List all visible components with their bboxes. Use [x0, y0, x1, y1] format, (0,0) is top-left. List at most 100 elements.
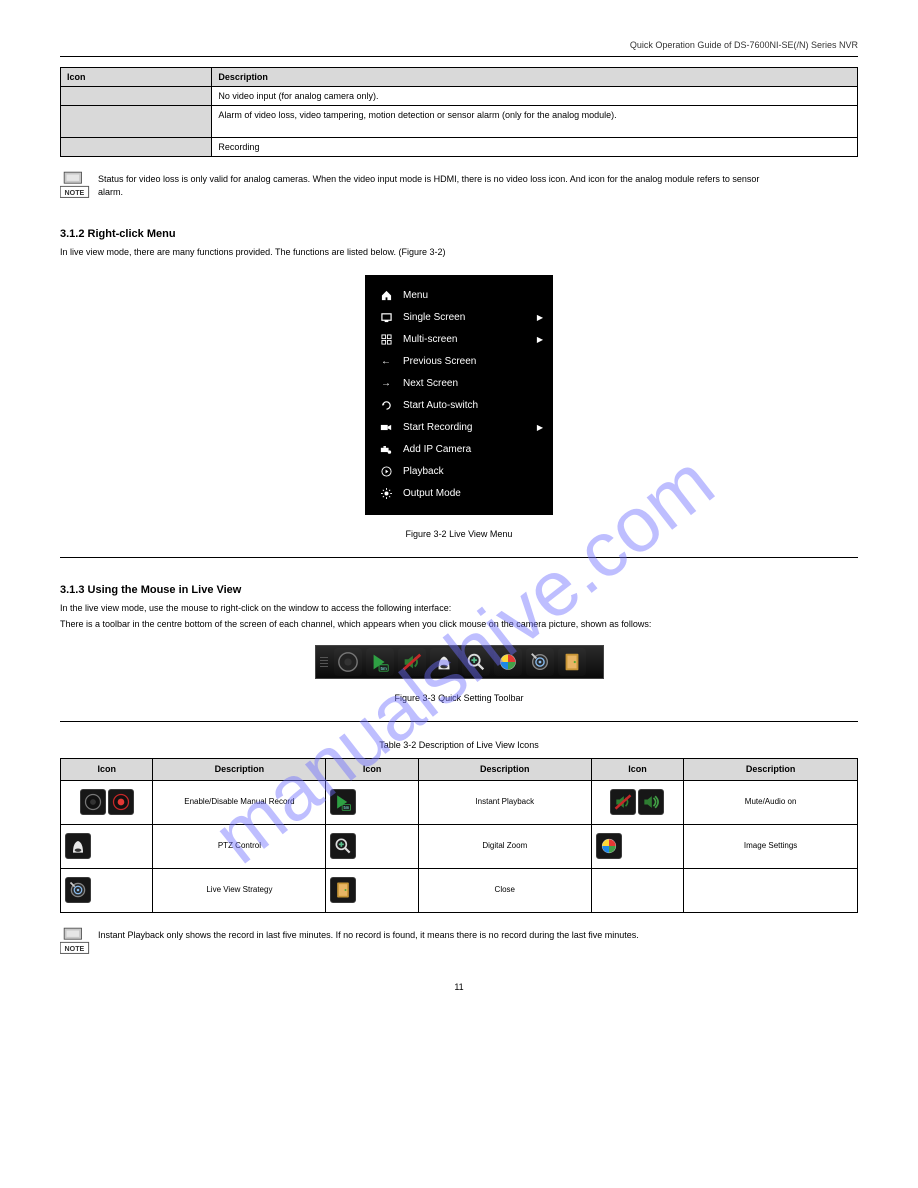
section-heading-mouse: 3.1.3 Using the Mouse in Live View [60, 584, 858, 596]
tbl1-header-desc: Description [212, 68, 858, 87]
th-desc: Description [153, 758, 326, 780]
cm-add-ip-camera[interactable]: Add IP Camera [365, 439, 553, 461]
cm-menu[interactable]: Menu [365, 285, 553, 307]
fig32-caption: Figure 3-2 Live View Menu [60, 529, 858, 539]
desc-r2-3: Image Settings [684, 824, 858, 868]
mute-button[interactable] [398, 648, 426, 676]
th-desc3: Description [684, 758, 858, 780]
close-button[interactable] [558, 648, 586, 676]
tbl1-r2-desc: Alarm of video loss, video tampering, mo… [212, 106, 858, 138]
play-icon [379, 465, 393, 479]
empty-icon-cell [591, 868, 683, 912]
desc-r3-2: Close [418, 868, 591, 912]
cm-label: Next Screen [403, 378, 543, 389]
svg-text:5m: 5m [344, 805, 350, 810]
quick-setting-toolbar: 5m [315, 645, 604, 679]
svg-text:5m: 5m [380, 666, 387, 671]
table2-title: Table 3-2 Description of Live View Icons [60, 740, 858, 750]
cm-start-recording[interactable]: Start Recording ▶ [365, 417, 553, 439]
image-settings-icon [596, 833, 622, 859]
th-desc2: Description [418, 758, 591, 780]
cm-label: Add IP Camera [403, 444, 543, 455]
tbl1-r1-desc: No video input (for analog camera only). [212, 87, 858, 106]
cm-label: Previous Screen [403, 356, 543, 367]
image-settings-button[interactable] [494, 648, 522, 676]
ptz-icon-cell [61, 824, 153, 868]
cm-previous-screen[interactable]: ← Previous Screen [365, 351, 553, 373]
chevron-right-icon: ▶ [537, 423, 543, 432]
cm-playback[interactable]: Playback [365, 461, 553, 483]
page-number: 11 [60, 982, 858, 992]
mute-audio-icons [591, 780, 683, 824]
home-icon [379, 289, 393, 303]
section1-para: In live view mode, there are many functi… [60, 246, 858, 259]
th-icon2: Icon [326, 758, 418, 780]
right-click-menu: Menu Single Screen ▶ Multi-screen ▶ ← Pr… [365, 275, 553, 515]
tbl1-note-text: Status for video loss is only valid for … [98, 173, 778, 198]
strategy-button[interactable] [526, 648, 554, 676]
mute-icon [610, 789, 636, 815]
table2-note-text: Instant Playback only shows the record i… [98, 929, 778, 942]
note-icon: NOTE [60, 169, 92, 202]
th-icon: Icon [61, 758, 153, 780]
toolbar-handle-icon[interactable] [320, 657, 330, 667]
arrow-right-icon: → [379, 377, 393, 391]
strategy-icon [65, 877, 91, 903]
tbl1-r3-desc: Recording [212, 138, 858, 157]
icon-description-table: Icon Description No video input (for ana… [60, 67, 858, 157]
cm-next-screen[interactable]: → Next Screen [365, 373, 553, 395]
cm-auto-switch[interactable]: Start Auto-switch [365, 395, 553, 417]
cm-label: Single Screen [403, 312, 537, 323]
multiscreen-icon [379, 333, 393, 347]
th-icon3: Icon [591, 758, 683, 780]
section2-para2: There is a toolbar in the centre bottom … [60, 618, 858, 631]
note-icon-2: NOTE [60, 925, 92, 958]
desc-r2-2: Digital Zoom [418, 824, 591, 868]
close-icon-cell [326, 868, 418, 912]
chevron-right-icon: ▶ [537, 313, 543, 322]
tbl1-r2-icon [61, 106, 212, 138]
tbl1-r1-icon [61, 87, 212, 106]
record-off-icon [80, 789, 106, 815]
desc-r3-1: Live View Strategy [153, 868, 326, 912]
desc-r3-3 [684, 868, 858, 912]
instant-playback-icon: 5m [330, 789, 356, 815]
camera-icon [379, 443, 393, 457]
refresh-icon [379, 399, 393, 413]
ptz-button[interactable] [430, 648, 458, 676]
fig33-caption: Figure 3-3 Quick Setting Toolbar [60, 693, 858, 703]
audio-on-icon [638, 789, 664, 815]
record-button[interactable] [334, 648, 362, 676]
record-on-icon [108, 789, 134, 815]
cm-label: Menu [403, 290, 543, 301]
camcorder-icon [379, 421, 393, 435]
chevron-right-icon: ▶ [537, 335, 543, 344]
instant-playback-button[interactable]: 5m [366, 648, 394, 676]
desc-r1-3: Mute/Audio on [684, 780, 858, 824]
section-divider-2 [60, 721, 858, 722]
section-divider [60, 557, 858, 558]
instant-playback-icon-cell: 5m [326, 780, 418, 824]
zoom-icon [330, 833, 356, 859]
cm-label: Output Mode [403, 488, 543, 499]
zoom-icon-cell [326, 824, 418, 868]
zoom-button[interactable] [462, 648, 490, 676]
header-title: Quick Operation Guide of DS-7600NI-SE(/N… [60, 40, 858, 50]
section2-para1: In the live view mode, use the mouse to … [60, 602, 858, 615]
desc-r1-2: Instant Playback [418, 780, 591, 824]
ptz-icon [65, 833, 91, 859]
cm-label: Playback [403, 466, 543, 477]
svg-text:NOTE: NOTE [65, 945, 85, 953]
record-off-on-icons [61, 780, 153, 824]
cm-label: Start Recording [403, 422, 537, 433]
cm-label: Start Auto-switch [403, 400, 543, 411]
cm-single-screen[interactable]: Single Screen ▶ [365, 307, 553, 329]
section-heading-right-click: 3.1.2 Right-click Menu [60, 228, 858, 240]
cm-output-mode[interactable]: Output Mode [365, 483, 553, 505]
desc-r2-1: PTZ Control [153, 824, 326, 868]
close-icon [330, 877, 356, 903]
cm-multi-screen[interactable]: Multi-screen ▶ [365, 329, 553, 351]
image-settings-icon-cell [591, 824, 683, 868]
cm-label: Multi-screen [403, 334, 537, 345]
desc-r1-1: Enable/Disable Manual Record [153, 780, 326, 824]
